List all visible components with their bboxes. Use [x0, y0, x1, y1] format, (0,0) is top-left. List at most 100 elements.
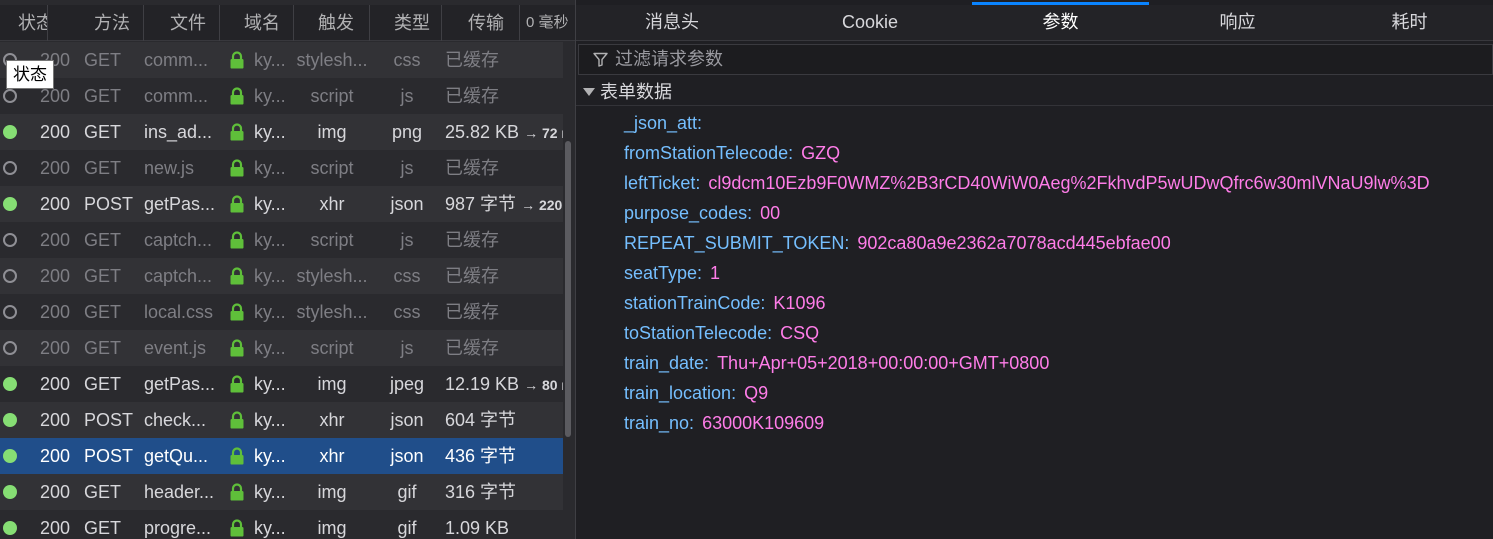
cell-type: gif — [397, 482, 417, 502]
table-row[interactable]: 200 GET captch... ky... stylesh... css 已缓存 — [0, 258, 563, 294]
column-header-method[interactable]: 方法 — [48, 5, 144, 41]
cell-cause: img — [317, 374, 347, 394]
table-row[interactable]: 200 GET new.js ky... script js 已缓存 — [0, 150, 563, 186]
column-header-domain[interactable]: 域名 — [220, 5, 294, 41]
column-header-transferred[interactable]: 传输 — [442, 5, 520, 41]
transferred-size: 12.19 KB — [445, 374, 520, 394]
table-row[interactable]: 200 GET event.js ky... script js 已缓存 — [0, 330, 563, 366]
cell-cause: xhr — [319, 410, 345, 430]
tab-cookies[interactable]: Cookie — [794, 5, 946, 41]
cell-domain: ky... — [254, 86, 286, 106]
cell-type: css — [393, 302, 421, 322]
list-scrollbar-thumb[interactable] — [565, 141, 571, 437]
cell-domain: ky... — [254, 50, 286, 70]
cell-domain: ky... — [254, 302, 286, 322]
cell-transferred: 987 字节 → 220 — [445, 186, 563, 222]
tab-headers[interactable]: 消息头 — [576, 5, 768, 41]
column-header-file[interactable]: 文件 — [144, 5, 220, 41]
param-row[interactable]: train_no: 63000K109609 — [624, 408, 824, 438]
cell-file: header... — [144, 482, 215, 502]
param-row[interactable]: stationTrainCode: K1096 — [624, 288, 825, 318]
cell-type: js — [400, 158, 414, 178]
params-filter-input[interactable]: 过滤请求参数 — [615, 45, 723, 74]
cell-type: json — [390, 410, 424, 430]
cell-type: css — [393, 50, 421, 70]
lock-icon — [229, 159, 245, 177]
cell-method: GET — [84, 50, 122, 70]
cell-method: GET — [84, 122, 122, 142]
table-row[interactable]: 200 GET captch... ky... script js 已缓存 — [0, 222, 563, 258]
table-row[interactable]: 200 POST getPas... ky... xhr json 987 字节 → 220 — [0, 186, 563, 222]
table-row[interactable]: 200 GET local.css ky... stylesh... css 已缓存 — [0, 294, 563, 330]
column-header-cause[interactable]: 触发 — [294, 5, 370, 41]
cell-method: GET — [84, 230, 122, 250]
lock-icon — [229, 339, 245, 357]
tab-params[interactable]: 参数 — [972, 2, 1149, 41]
cell-domain: ky... — [254, 194, 286, 214]
cell-file: new.js — [144, 158, 195, 178]
column-header-type[interactable]: 类型 — [370, 5, 442, 41]
param-row[interactable]: fromStationTelecode: GZQ — [624, 138, 840, 168]
status-dot-icon — [3, 521, 17, 535]
table-row[interactable]: 200 GET getPas... ky... img jpeg 12.19 KB → 80… — [0, 366, 563, 402]
list-scrollbar[interactable] — [563, 41, 575, 539]
param-key: seatType: — [624, 263, 703, 283]
param-key: train_location: — [624, 383, 737, 403]
transferred-size: 已缓存 — [445, 338, 499, 358]
cell-method: POST — [84, 410, 134, 430]
cell-domain: ky... — [254, 518, 286, 538]
cell-status: 200 — [40, 338, 70, 358]
tab-response[interactable]: 响应 — [1149, 5, 1326, 41]
collapse-arrow-icon[interactable] — [583, 88, 595, 96]
status-dot-icon — [3, 125, 17, 139]
cell-transferred: 已缓存 — [445, 78, 563, 114]
request-details: 消息头 Cookie 参数 响应 耗时 过滤请求参数 表单数据 _json_at… — [576, 0, 1493, 539]
param-value: Thu+Apr+05+2018+00:00:00+GMT+0800 — [717, 353, 1050, 373]
cell-method: GET — [84, 518, 122, 538]
table-row[interactable]: 200 GET ins_ad... ky... img png 25.82 KB → 72 … — [0, 114, 563, 150]
param-row[interactable]: train_location: Q9 — [624, 378, 768, 408]
param-key: stationTrainCode: — [624, 293, 766, 313]
param-row[interactable]: REPEAT_SUBMIT_TOKEN: 902ca80a9e2362a7078a… — [624, 228, 1171, 258]
cell-domain: ky... — [254, 446, 286, 466]
status-dot-icon — [3, 485, 17, 499]
param-row[interactable]: leftTicket: cl9dcm10Ezb9F0WMZ%2B3rCD40WiW… — [624, 168, 1430, 198]
status-dot-icon — [3, 233, 17, 247]
cell-status: 200 — [40, 122, 70, 142]
form-data-section-header[interactable]: 表单数据 — [576, 78, 1493, 106]
request-list: 状态 方法 文件 域名 触发 类型 传输 0 毫秒 200 GET comm... k… — [0, 0, 575, 539]
cell-status: 200 — [40, 266, 70, 286]
column-header-status[interactable]: 状态 — [0, 5, 48, 41]
table-row[interactable]: 200 POST getQu... ky... xhr json 436 字节 — [0, 438, 563, 474]
filter-icon — [593, 52, 608, 67]
cell-cause: stylesh... — [296, 302, 368, 322]
cell-file: progre... — [144, 518, 212, 538]
param-row[interactable]: seatType: 1 — [624, 258, 720, 288]
tab-timings[interactable]: 耗时 — [1326, 5, 1493, 41]
cell-type: css — [393, 266, 421, 286]
table-row[interactable]: 200 GET comm... ky... script js 已缓存 — [0, 78, 563, 114]
cell-cause: stylesh... — [296, 266, 368, 286]
param-row[interactable]: train_date: Thu+Apr+05+2018+00:00:00+GMT+… — [624, 348, 1049, 378]
cell-transferred: 已缓存 — [445, 330, 563, 366]
cell-domain: ky... — [254, 230, 286, 250]
cell-file: getPas... — [144, 194, 216, 214]
lock-icon — [229, 483, 245, 501]
cell-status: 200 — [40, 302, 70, 322]
table-row[interactable]: 200 GET comm... ky... stylesh... css 已缓存 — [0, 42, 563, 78]
cell-method: GET — [84, 482, 122, 502]
cell-domain: ky... — [254, 410, 286, 430]
status-dot-icon — [3, 413, 17, 427]
param-row[interactable]: _json_att: — [624, 108, 710, 138]
table-row[interactable]: 200 POST check... ky... xhr json 604 字节 — [0, 402, 563, 438]
params-filter-bar[interactable]: 过滤请求参数 — [578, 44, 1493, 75]
column-header-waterfall[interactable]: 0 毫秒 — [520, 5, 575, 41]
table-row[interactable]: 200 GET progre... ky... img gif 1.09 KB — [0, 510, 563, 539]
lock-icon — [229, 519, 245, 537]
param-row[interactable]: toStationTelecode: CSQ — [624, 318, 819, 348]
param-key: train_date: — [624, 353, 710, 373]
param-row[interactable]: purpose_codes: 00 — [624, 198, 780, 228]
table-row[interactable]: 200 GET header... ky... img gif 316 字节 — [0, 474, 563, 510]
cell-transferred: 316 字节 — [445, 474, 563, 510]
cell-file: check... — [144, 410, 207, 430]
